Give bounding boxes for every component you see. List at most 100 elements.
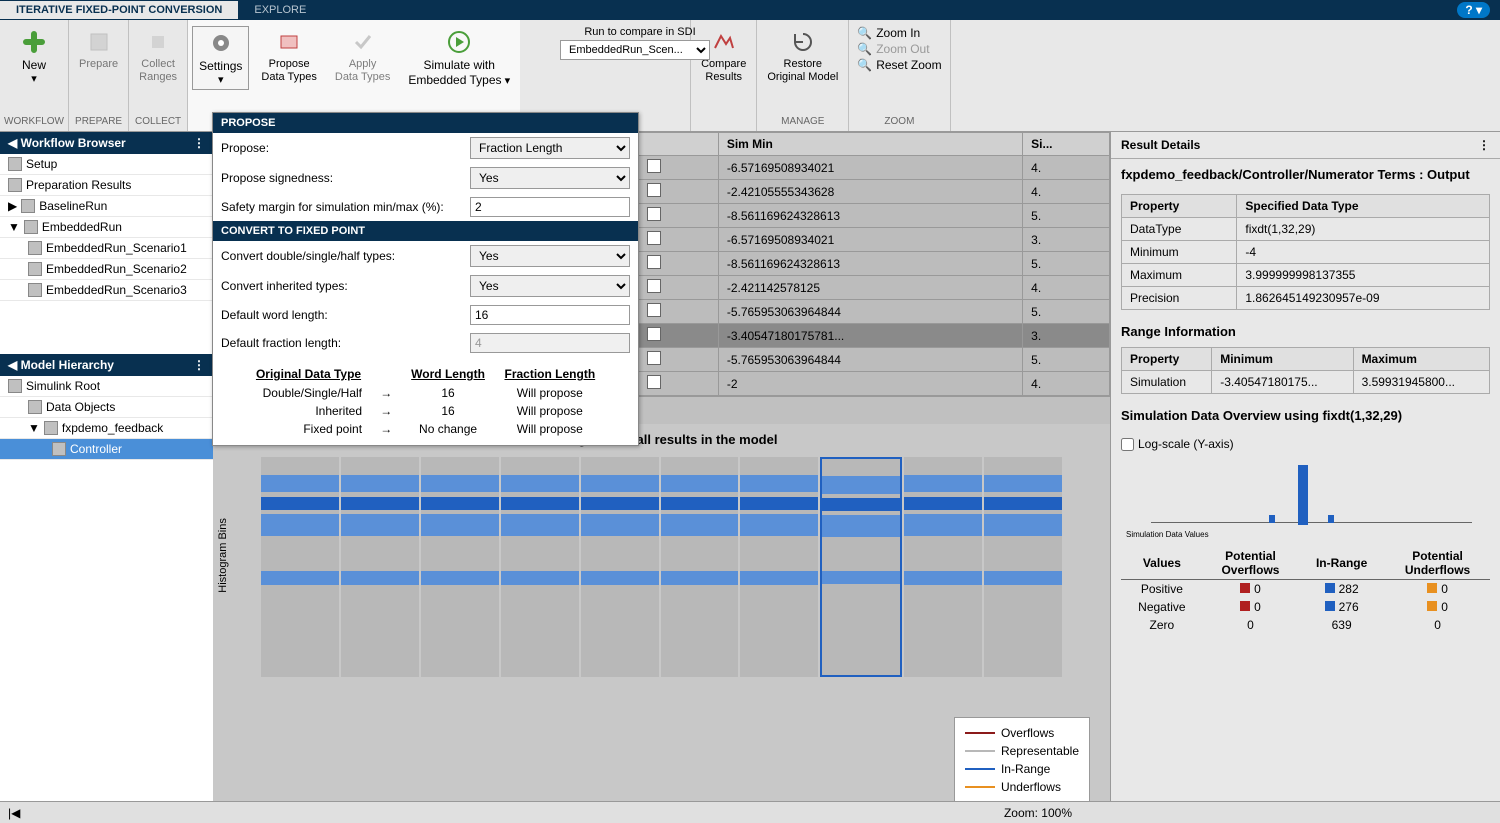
log-scale-checkbox[interactable]: Log-scale (Y-axis) <box>1121 433 1490 455</box>
collapse-icon[interactable]: ◀ <box>8 136 17 150</box>
propose-types-button[interactable]: Propose Data Types <box>255 26 322 86</box>
workflow-item[interactable]: ▼ EmbeddedRun <box>0 217 213 238</box>
reset-zoom-button[interactable]: 🔍 Reset Zoom <box>857 58 941 72</box>
sdi-label: Run to compare in SDI <box>560 26 720 38</box>
model-hierarchy-header: ◀ Model Hierarchy ⋮ <box>0 354 213 376</box>
menu-dots-icon[interactable]: ⋮ <box>193 136 205 150</box>
tree-item-icon <box>28 400 42 414</box>
propose-types-label: Propose Data Types <box>261 58 316 84</box>
accept-checkbox[interactable] <box>647 351 661 365</box>
nav-first-icon[interactable]: |◀ <box>8 806 20 820</box>
new-button[interactable]: New▾ <box>14 26 54 88</box>
conversion-summary: Original Data Type Word Length Fraction … <box>213 357 638 445</box>
model-tree-item[interactable]: ▼ fxpdemo_feedback <box>0 418 213 439</box>
model-tree-item[interactable]: Data Objects <box>0 397 213 418</box>
plus-icon <box>20 28 48 56</box>
tab-explore[interactable]: EXPLORE <box>238 1 322 19</box>
workflow-browser-header: ◀ Workflow Browser ⋮ <box>0 132 213 154</box>
help-button[interactable]: ? ▾ <box>1457 2 1490 18</box>
histogram-column[interactable] <box>661 457 739 677</box>
workflow-item[interactable]: Setup <box>0 154 213 175</box>
histogram-column[interactable] <box>421 457 499 677</box>
play-icon <box>445 28 473 56</box>
zoom-level: Zoom: 100% <box>1004 806 1072 820</box>
top-tab-bar: ITERATIVE FIXED-POINT CONVERSION EXPLORE… <box>0 0 1500 20</box>
simulate-button[interactable]: Simulate with Embedded Types ▾ <box>402 26 516 90</box>
zoom-in-button[interactable]: 🔍 Zoom In <box>857 26 941 40</box>
settings-button[interactable]: Settings▾ <box>192 26 249 90</box>
convert-dbl-select[interactable]: Yes <box>470 245 630 267</box>
accept-checkbox[interactable] <box>647 183 661 197</box>
menu-dots-icon[interactable]: ⋮ <box>1478 138 1490 152</box>
accept-checkbox[interactable] <box>647 375 661 389</box>
prepare-label: Prepare <box>79 58 118 71</box>
model-tree-item[interactable]: Simulink Root <box>0 376 213 397</box>
histogram-column[interactable] <box>581 457 659 677</box>
result-path: fxpdemo_feedback/Controller/Numerator Te… <box>1111 159 1500 190</box>
result-details-panel: Result Details ⋮ fxpdemo_feedback/Contro… <box>1110 132 1500 823</box>
tree-item-icon <box>28 262 42 276</box>
restore-label: Restore Original Model <box>767 58 838 84</box>
prepare-button: Prepare <box>73 26 124 73</box>
accept-checkbox[interactable] <box>647 303 661 317</box>
accept-checkbox[interactable] <box>647 231 661 245</box>
tree-item-icon <box>8 379 22 393</box>
histogram-column[interactable] <box>984 457 1062 677</box>
accept-checkbox[interactable] <box>647 327 661 341</box>
histogram-area[interactable] <box>221 447 1102 687</box>
convert-inh-select[interactable]: Yes <box>470 275 630 297</box>
propose-select[interactable]: Fraction Length <box>470 137 630 159</box>
histogram-column[interactable] <box>740 457 818 677</box>
histogram-column[interactable] <box>904 457 982 677</box>
restore-button[interactable]: Restore Original Model <box>761 26 844 86</box>
settings-dropdown-panel: PROPOSE Propose: Fraction Length Propose… <box>212 112 639 446</box>
signedness-select[interactable]: Yes <box>470 167 630 189</box>
zoom-group-label: ZOOM <box>884 114 914 129</box>
status-bar: |◀ Zoom: 100% <box>0 801 1500 823</box>
histogram-legend: Overflows Representable In-Range Underfl… <box>954 717 1090 803</box>
workflow-item[interactable]: EmbeddedRun_Scenario2 <box>0 259 213 280</box>
collect-icon <box>144 28 172 56</box>
apply-types-button: Apply Data Types <box>329 26 396 86</box>
accept-checkbox[interactable] <box>647 159 661 173</box>
property-table: PropertySpecified Data Type DataTypefixd… <box>1121 194 1490 310</box>
mini-histogram-chart: Simulation Data Values <box>1121 461 1490 541</box>
column-header[interactable]: Si... <box>1023 133 1110 156</box>
restore-icon <box>789 28 817 56</box>
convert-inh-label: Convert inherited types: <box>221 279 470 293</box>
convert-dbl-label: Convert double/single/half types: <box>221 249 470 263</box>
histogram-column[interactable] <box>820 457 902 677</box>
word-length-label: Default word length: <box>221 308 470 322</box>
sdi-select[interactable]: EmbeddedRun_Scen... <box>560 40 710 60</box>
overview-title: Simulation Data Overview using fixdt(1,3… <box>1111 398 1500 427</box>
manage-group-label: MANAGE <box>781 114 824 129</box>
collapse-icon[interactable]: ◀ <box>8 358 17 372</box>
histogram-column[interactable] <box>341 457 419 677</box>
zoom-out-button: 🔍 Zoom Out <box>857 42 941 56</box>
range-table: Property Minimum Maximum Simulation-3.40… <box>1121 347 1490 394</box>
accept-checkbox[interactable] <box>647 207 661 221</box>
accept-checkbox[interactable] <box>647 255 661 269</box>
convert-section-header: CONVERT TO FIXED POINT <box>213 221 638 241</box>
simulate-label: Simulate with Embedded Types <box>408 58 501 87</box>
word-length-input[interactable] <box>470 305 630 325</box>
result-details-header: Result Details <box>1121 138 1200 152</box>
menu-dots-icon[interactable]: ⋮ <box>193 358 205 372</box>
accept-checkbox[interactable] <box>647 279 661 293</box>
workflow-item[interactable]: Preparation Results <box>0 175 213 196</box>
tab-iterative[interactable]: ITERATIVE FIXED-POINT CONVERSION <box>0 1 238 19</box>
workflow-item[interactable]: EmbeddedRun_Scenario3 <box>0 280 213 301</box>
prepare-group-label: PREPARE <box>75 114 122 129</box>
tree-item-icon <box>28 283 42 297</box>
collect-ranges-button: Collect Ranges <box>133 26 183 86</box>
histogram-column[interactable] <box>261 457 339 677</box>
apply-icon <box>349 28 377 56</box>
workflow-item[interactable]: EmbeddedRun_Scenario1 <box>0 238 213 259</box>
model-tree-item[interactable]: Controller <box>0 439 213 460</box>
tree-item-icon <box>52 442 66 456</box>
safety-margin-input[interactable] <box>470 197 630 217</box>
gear-icon <box>207 29 235 57</box>
column-header[interactable]: Sim Min <box>718 133 1022 156</box>
workflow-item[interactable]: ▶ BaselineRun <box>0 196 213 217</box>
histogram-column[interactable] <box>501 457 579 677</box>
